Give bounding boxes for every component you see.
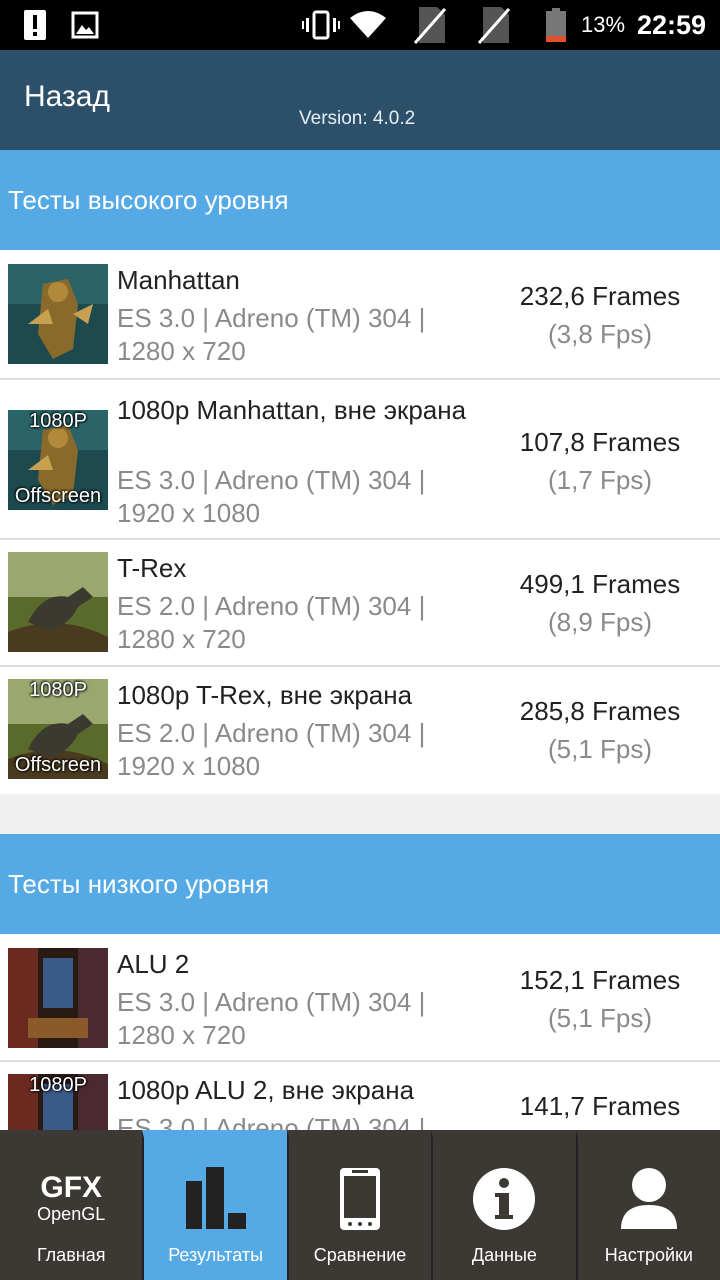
alu-thumbnail: 1080P xyxy=(8,1074,108,1130)
nav-item-results[interactable]: Результаты xyxy=(142,1130,287,1280)
image-icon xyxy=(70,8,100,42)
nav-item-settings[interactable]: Настройки xyxy=(575,1130,720,1280)
test-details: ES 3.0 | Adreno (TM) 304 | xyxy=(117,1113,426,1130)
test-score: 499,1 Frames xyxy=(519,569,681,599)
list-item[interactable]: 1080P Offscreen 1080p Manhattan, вне экр… xyxy=(0,380,720,540)
thumbnail-badge-resolution: 1080P xyxy=(29,679,87,701)
test-fps: (5,1 Fps) xyxy=(547,1003,653,1033)
app-bar: Назад Version: 4.0.2 xyxy=(0,50,720,150)
test-details: ES 3.0 | Adreno (TM) 304 | 1280 x 720 xyxy=(117,987,426,1050)
test-title: Manhattan xyxy=(117,265,240,295)
test-details: ES 2.0 | Adreno (TM) 304 | 1280 x 720 xyxy=(117,591,426,654)
list-item[interactable]: 1080P 1080p ALU 2, вне экрана ES 3.0 | A… xyxy=(0,1062,720,1130)
thumbnail-badge-resolution: 1080P xyxy=(29,410,87,432)
nav-label: Настройки xyxy=(604,1245,693,1265)
trex-thumbnail: 1080P Offscreen xyxy=(8,679,108,779)
wifi-icon xyxy=(348,8,388,42)
thumbnail-badge-offscreen: Offscreen xyxy=(14,754,102,776)
gfx-logo-subtext: OpenGL xyxy=(37,1204,106,1224)
list-item[interactable]: ALU 2 ES 3.0 | Adreno (TM) 304 | 1280 x … xyxy=(0,934,720,1062)
test-score: 107,8 Frames xyxy=(519,427,681,457)
phone-icon xyxy=(289,1164,431,1234)
test-score: 232,6 Frames xyxy=(519,281,681,311)
test-details: ES 3.0 | Adreno (TM) 304 | 1920 x 1080 xyxy=(117,465,426,528)
results-list[interactable]: Тесты высокого уровня Manhattan ES 3.0 |… xyxy=(0,150,720,1130)
user-icon xyxy=(578,1164,720,1234)
clock: 22:59 xyxy=(637,10,707,40)
bar-chart-icon xyxy=(144,1164,286,1234)
test-fps: (8,9 Fps) xyxy=(547,607,653,637)
section-header-high-level: Тесты высокого уровня xyxy=(0,150,720,250)
battery-icon xyxy=(544,8,568,42)
test-title: T-Rex xyxy=(117,553,187,583)
list-item[interactable]: T-Rex ES 2.0 | Adreno (TM) 304 | 1280 x … xyxy=(0,540,720,667)
test-fps: (1,7 Fps) xyxy=(547,465,653,495)
trex-thumbnail xyxy=(8,552,108,652)
status-bar: 13% 22:59 xyxy=(0,0,720,50)
nav-label: Результаты xyxy=(168,1245,264,1265)
vibrate-icon xyxy=(302,8,340,42)
nav-item-data[interactable]: Данные xyxy=(431,1130,576,1280)
version-label: Version: 4.0.2 xyxy=(299,108,416,129)
test-title: ALU 2 xyxy=(117,949,190,979)
test-fps: (5,1 Fps) xyxy=(547,734,653,764)
test-title: 1080p ALU 2, вне экрана xyxy=(117,1075,415,1105)
list-item[interactable]: 1080P Offscreen 1080p T-Rex, вне экрана … xyxy=(0,667,720,794)
test-title: 1080p T-Rex, вне экрана xyxy=(117,680,413,710)
section-spacer xyxy=(0,794,720,834)
battery-percent: 13% xyxy=(581,12,626,37)
nav-item-compare[interactable]: Сравнение xyxy=(286,1130,432,1280)
nav-label: Данные xyxy=(471,1245,537,1265)
manhattan-thumbnail xyxy=(8,264,108,364)
gfx-logo: GFX OpenGL xyxy=(0,1164,142,1234)
manhattan-thumbnail: 1080P Offscreen xyxy=(8,410,108,510)
no-sim-icon xyxy=(476,7,512,44)
test-details: ES 2.0 | Adreno (TM) 304 | 1920 x 1080 xyxy=(117,718,426,781)
thumbnail-badge-offscreen: Offscreen xyxy=(14,485,102,507)
list-item[interactable]: Manhattan ES 3.0 | Adreno (TM) 304 | 128… xyxy=(0,250,720,380)
thumbnail-badge-resolution: 1080P xyxy=(29,1074,87,1096)
section-header-low-level: Тесты низкого уровня xyxy=(0,834,720,934)
test-title: 1080p Manhattan, вне экрана xyxy=(117,395,467,425)
info-icon xyxy=(433,1164,575,1234)
nav-label: Главная xyxy=(36,1245,106,1265)
nav-item-home[interactable]: GFX OpenGL Главная xyxy=(0,1130,143,1280)
alu-thumbnail xyxy=(8,948,108,1048)
alert-icon xyxy=(22,8,48,42)
nav-label: Сравнение xyxy=(313,1245,407,1265)
test-score: 152,1 Frames xyxy=(519,965,681,995)
no-sim-icon xyxy=(412,7,448,44)
back-button[interactable]: Назад xyxy=(24,80,110,114)
test-fps: (3,8 Fps) xyxy=(547,319,653,349)
test-score: 141,7 Frames xyxy=(519,1091,681,1121)
bottom-navigation: GFX OpenGL Главная Результаты Сравнение … xyxy=(0,1130,720,1280)
gfx-logo-text: GFX xyxy=(40,1171,103,1204)
test-score: 285,8 Frames xyxy=(519,696,681,726)
test-details: ES 3.0 | Adreno (TM) 304 | 1280 x 720 xyxy=(117,303,426,366)
